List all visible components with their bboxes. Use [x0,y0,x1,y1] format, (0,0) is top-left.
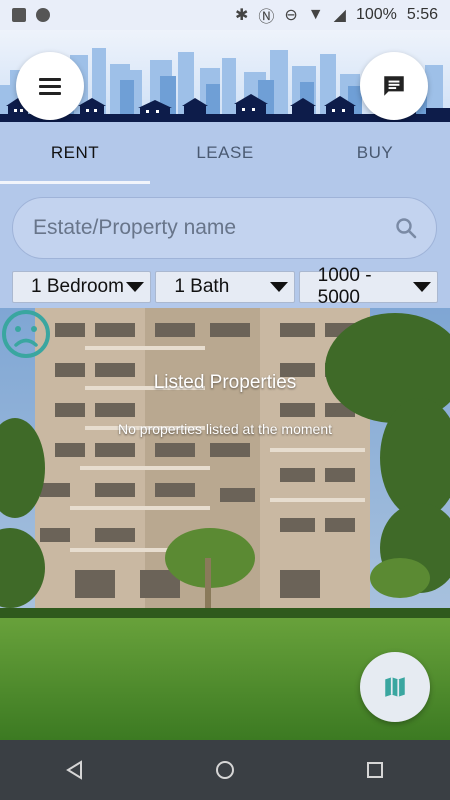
sad-face-icon [2,310,50,358]
signal-icon: ◢ [333,7,346,24]
bluetooth-icon: ✱ [234,7,249,24]
search-bar [12,197,437,259]
empty-state-title: Listed Properties [153,372,297,393]
messages-button[interactable] [360,52,428,120]
recents-button[interactable] [345,740,405,800]
tab-rent[interactable]: RENT [0,122,150,184]
price-range-select[interactable]: 1000 - 5000 [298,265,438,308]
search-icon[interactable] [394,216,418,240]
system-navigation-bar [0,740,450,800]
menu-icon [39,74,61,99]
menu-button[interactable] [16,52,84,120]
back-icon [66,760,82,780]
recents-icon [367,762,383,778]
dropdown-arrow-icon [412,282,431,292]
filter-bar: 1 Bedroom 1 Bath 1000 - 5000 [12,265,438,308]
bath-select[interactable]: 1 Bath [155,271,295,303]
status-time: 5:56 [406,6,438,23]
dnd-icon: ⊖ [284,7,298,24]
image-notification-icon [12,8,26,22]
message-icon [384,76,404,96]
dropdown-arrow-icon [126,282,145,292]
map-view-button[interactable] [360,652,430,722]
battery-level: 100% [355,6,397,23]
price-range-select-value: 1000 - 5000 [317,265,372,308]
search-input[interactable] [31,215,394,241]
back-button[interactable] [45,740,105,800]
bedroom-select[interactable]: 1 Bedroom [12,271,152,303]
bedroom-select-value: 1 Bedroom [31,276,124,297]
listing-type-tabs: RENT LEASE BUY [0,122,450,184]
status-bar: ✱ Ⓝ ⊖ ▼ ◢ 100% 5:56 [0,0,450,30]
bath-select-value: 1 Bath [174,276,230,297]
wifi-icon: ▼ [307,6,324,23]
home-icon [216,761,234,779]
app-notification-icon [36,8,50,22]
app-header [0,30,450,122]
map-icon [385,677,405,697]
nfc-icon: Ⓝ [258,9,275,26]
tab-buy[interactable]: BUY [300,122,450,184]
dropdown-arrow-icon [269,282,288,292]
empty-state-message: No properties listed at the moment [118,421,332,437]
tab-lease[interactable]: LEASE [150,122,300,184]
home-button[interactable] [195,740,255,800]
